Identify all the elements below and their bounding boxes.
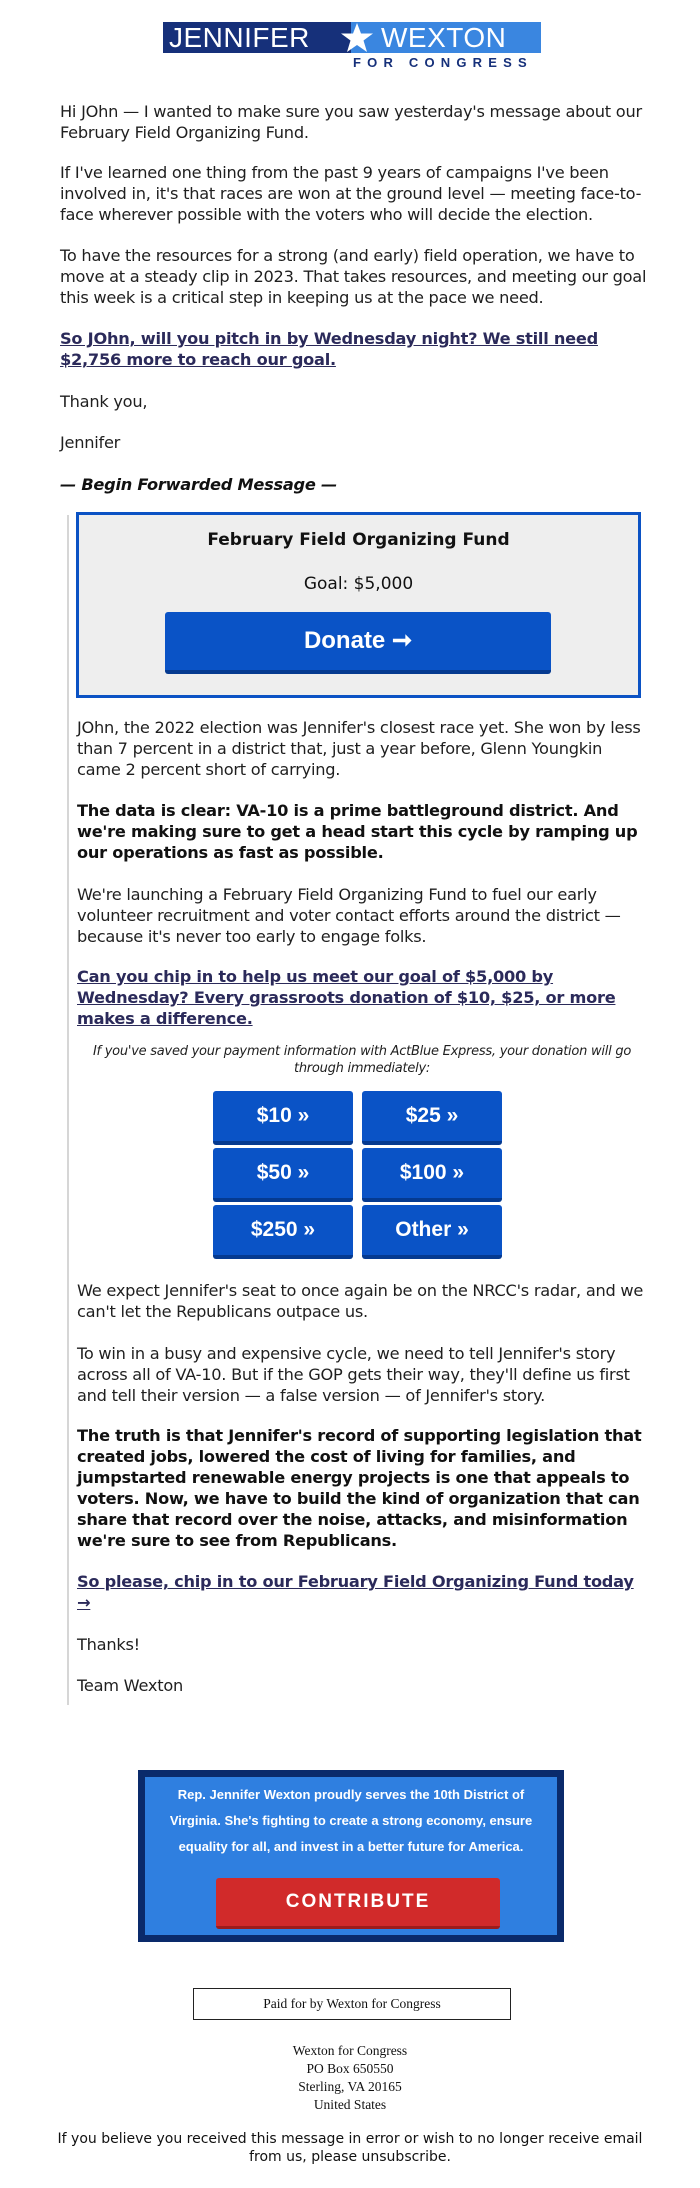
forwarded-paragraph-1: JOhn, the 2022 election was Jennifer's c… xyxy=(77,718,641,779)
forward-quote-border xyxy=(67,515,69,1705)
address-line: Wexton for Congress xyxy=(292,2043,408,2058)
forwarded-paragraph-3: We expect Jennifer's seat to once again … xyxy=(77,1281,644,1321)
address-line: Sterling, VA 20165 xyxy=(298,2079,402,2094)
fund-box: February Field Organizing Fund Goal: $5,… xyxy=(76,512,641,698)
intro-paragraph-1: Hi JOhn — I wanted to make sure you saw … xyxy=(60,102,642,142)
logo-tagline: FOR CONGRESS xyxy=(353,55,533,70)
logo-first-name: JENNIFER xyxy=(169,22,310,53)
footer-promo-box: Rep. Jennifer Wexton proudly serves the … xyxy=(138,1770,564,1942)
forwarded-paragraph-2: We're launching a February Field Organiz… xyxy=(77,885,621,946)
donate-100-button[interactable]: $100 » xyxy=(362,1148,502,1202)
contribute-button[interactable]: CONTRIBUTE xyxy=(216,1878,500,1929)
address-line: PO Box 650550 xyxy=(306,2061,394,2076)
donate-other-button[interactable]: Other » xyxy=(362,1205,502,1259)
final-cta-link[interactable]: So please, chip in to our February Field… xyxy=(77,1571,647,1613)
fund-goal: Goal: $5,000 xyxy=(303,574,414,594)
mailing-address: Wexton for Congress PO Box 650550 Sterli… xyxy=(0,2042,700,2114)
goal-cta-link[interactable]: Can you chip in to help us meet our goal… xyxy=(77,966,647,1029)
footer-blurb: Rep. Jennifer Wexton proudly serves the … xyxy=(169,1787,533,1854)
paid-for-disclaimer: Paid for by Wexton for Congress xyxy=(193,1988,511,2020)
donate-10-button[interactable]: $10 » xyxy=(213,1091,353,1145)
campaign-logo: JENNIFER WEXTON FOR CONGRESS xyxy=(163,22,541,74)
signature: Jennifer xyxy=(60,433,121,452)
logo-last-name: WEXTON xyxy=(381,22,507,53)
forwarded-paragraph-bold-1: The data is clear: VA-10 is a prime batt… xyxy=(77,801,638,862)
intro-paragraph-2: If I've learned one thing from the past … xyxy=(60,163,642,224)
unsubscribe-note[interactable]: If you believe you received this message… xyxy=(40,2130,660,2166)
footer-promo-inner: Rep. Jennifer Wexton proudly serves the … xyxy=(145,1777,557,1935)
donate-button[interactable]: Donate ➞ xyxy=(165,612,551,674)
star-icon xyxy=(341,23,373,52)
thanks-text: Thanks! xyxy=(77,1635,140,1654)
signoff: Thank you, xyxy=(60,392,148,411)
intro-cta-link[interactable]: So JOhn, will you pitch in by Wednesday … xyxy=(60,328,650,370)
forward-header: — Begin Forwarded Message — xyxy=(60,475,337,494)
donate-250-button[interactable]: $250 » xyxy=(213,1205,353,1259)
forwarded-paragraph-bold-2: The truth is that Jennifer's record of s… xyxy=(77,1426,642,1550)
fund-title: February Field Organizing Fund xyxy=(207,530,510,550)
address-line: United States xyxy=(313,2097,387,2112)
team-signature: Team Wexton xyxy=(77,1676,183,1695)
actblue-express-note: If you've saved your payment information… xyxy=(92,1044,632,1076)
intro-paragraph-3: To have the resources for a strong (and … xyxy=(60,246,647,307)
forwarded-paragraph-4: To win in a busy and expensive cycle, we… xyxy=(77,1344,630,1405)
donate-25-button[interactable]: $25 » xyxy=(362,1091,502,1145)
donate-50-button[interactable]: $50 » xyxy=(213,1148,353,1202)
